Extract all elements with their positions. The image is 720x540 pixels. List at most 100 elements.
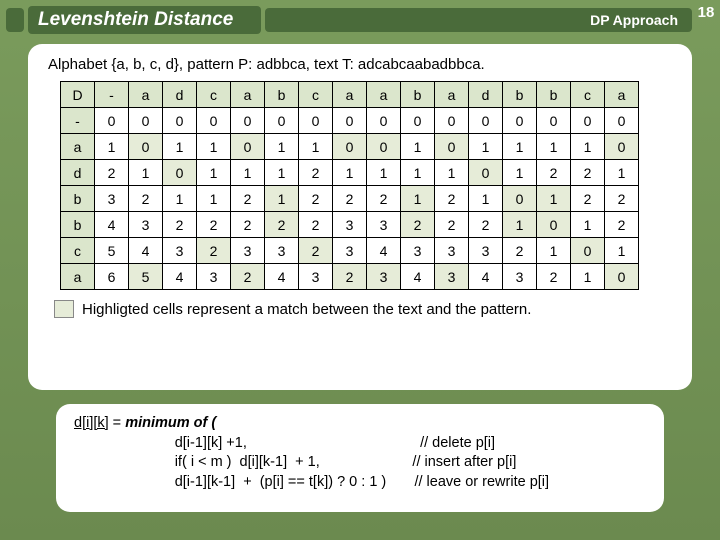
legend-swatch — [54, 300, 74, 318]
dp-cell: 3 — [503, 264, 537, 290]
dp-col-header: - — [95, 82, 129, 108]
dp-cell: 0 — [129, 134, 163, 160]
dp-col-header: b — [503, 82, 537, 108]
dp-cell: 0 — [571, 108, 605, 134]
alphabet-description: Alphabet {a, b, c, d}, pattern P: adbbca… — [48, 56, 678, 73]
dp-row-header: b — [61, 186, 95, 212]
dp-cell: 0 — [537, 212, 571, 238]
dp-cell: 3 — [129, 212, 163, 238]
dp-cell: 1 — [95, 134, 129, 160]
title-bar: Levenshtein Distance DP Approach — [6, 6, 692, 34]
dp-cell: 2 — [299, 186, 333, 212]
dp-cell: 0 — [571, 238, 605, 264]
dp-cell: 1 — [265, 160, 299, 186]
dp-cell: 5 — [95, 238, 129, 264]
dp-col-header: c — [299, 82, 333, 108]
dp-cell: 1 — [401, 186, 435, 212]
dp-cell: 1 — [129, 160, 163, 186]
dp-cell: 2 — [435, 186, 469, 212]
dp-table: D-adcabcaabadbbca-0000000000000000a10110… — [60, 81, 639, 290]
dp-cell: 2 — [503, 238, 537, 264]
dp-cell: 0 — [537, 108, 571, 134]
dp-cell: 2 — [333, 264, 367, 290]
dp-cell: 3 — [333, 238, 367, 264]
dp-cell: 1 — [469, 134, 503, 160]
dp-cell: 0 — [231, 108, 265, 134]
dp-cell: 1 — [197, 160, 231, 186]
dp-cell: 5 — [129, 264, 163, 290]
dp-cell: 3 — [333, 212, 367, 238]
legend-text: Highligted cells represent a match betwe… — [82, 301, 531, 318]
dp-cell: 0 — [231, 134, 265, 160]
dp-col-header: a — [605, 82, 639, 108]
dp-cell: 0 — [435, 134, 469, 160]
dp-cell: 0 — [197, 108, 231, 134]
dp-cell: 2 — [435, 212, 469, 238]
dp-cell: 0 — [129, 108, 163, 134]
dp-cell: 2 — [95, 160, 129, 186]
dp-col-header: a — [333, 82, 367, 108]
dp-cell: 2 — [605, 212, 639, 238]
dp-cell: 3 — [163, 238, 197, 264]
dp-cell: 0 — [605, 264, 639, 290]
dp-cell: 3 — [197, 264, 231, 290]
dp-cell: 1 — [401, 160, 435, 186]
dp-cell: 1 — [537, 134, 571, 160]
dp-cell: 1 — [367, 160, 401, 186]
dp-cell: 1 — [401, 134, 435, 160]
dp-cell: 0 — [333, 134, 367, 160]
dp-cell: 0 — [95, 108, 129, 134]
dp-cell: 0 — [469, 108, 503, 134]
dp-cell: 2 — [401, 212, 435, 238]
dp-cell: 0 — [401, 108, 435, 134]
title-bar-line: DP Approach — [265, 8, 692, 32]
dp-cell: 1 — [605, 238, 639, 264]
legend: Highligted cells represent a match betwe… — [54, 300, 678, 318]
dp-cell: 3 — [367, 264, 401, 290]
dp-cell: 1 — [503, 134, 537, 160]
slide-title: Levenshtein Distance — [28, 6, 261, 34]
dp-row-header: d — [61, 160, 95, 186]
dp-cell: 2 — [537, 264, 571, 290]
dp-cell: 2 — [537, 160, 571, 186]
dp-cell: 2 — [469, 212, 503, 238]
dp-cell: 4 — [129, 238, 163, 264]
dp-cell: 0 — [163, 160, 197, 186]
dp-cell: 0 — [605, 108, 639, 134]
dp-cell: 0 — [265, 108, 299, 134]
dp-cell: 0 — [503, 108, 537, 134]
dp-cell: 0 — [367, 108, 401, 134]
dp-col-header: b — [401, 82, 435, 108]
dp-cell: 3 — [299, 264, 333, 290]
slide-subtitle: DP Approach — [590, 12, 678, 28]
dp-cell: 2 — [571, 160, 605, 186]
dp-cell: 1 — [571, 134, 605, 160]
dp-cell: 1 — [197, 186, 231, 212]
dp-cell: 3 — [265, 238, 299, 264]
dp-cell: 1 — [503, 160, 537, 186]
dp-cell: 2 — [571, 186, 605, 212]
dp-cell: 2 — [265, 212, 299, 238]
dp-cell: 0 — [503, 186, 537, 212]
dp-col-header: d — [163, 82, 197, 108]
dp-row-header: c — [61, 238, 95, 264]
dp-cell: 4 — [95, 212, 129, 238]
dp-cell: 0 — [367, 134, 401, 160]
dp-col-header: c — [571, 82, 605, 108]
dp-cell: 1 — [503, 212, 537, 238]
main-panel: Alphabet {a, b, c, d}, pattern P: adbbca… — [28, 44, 692, 390]
dp-cell: 2 — [197, 238, 231, 264]
dp-col-header: a — [435, 82, 469, 108]
dp-cell: 1 — [231, 160, 265, 186]
dp-cell: 1 — [537, 186, 571, 212]
recurrence-formula: d[i][k] = minimum of ( d[i-1][k] +1, // … — [74, 414, 646, 492]
dp-cell: 1 — [571, 264, 605, 290]
dp-cell: 1 — [537, 238, 571, 264]
title-notch — [6, 8, 24, 32]
dp-cell: 2 — [299, 160, 333, 186]
dp-cell: 3 — [469, 238, 503, 264]
dp-col-header: a — [367, 82, 401, 108]
dp-row-header: b — [61, 212, 95, 238]
dp-col-header: c — [197, 82, 231, 108]
dp-col-header: a — [129, 82, 163, 108]
